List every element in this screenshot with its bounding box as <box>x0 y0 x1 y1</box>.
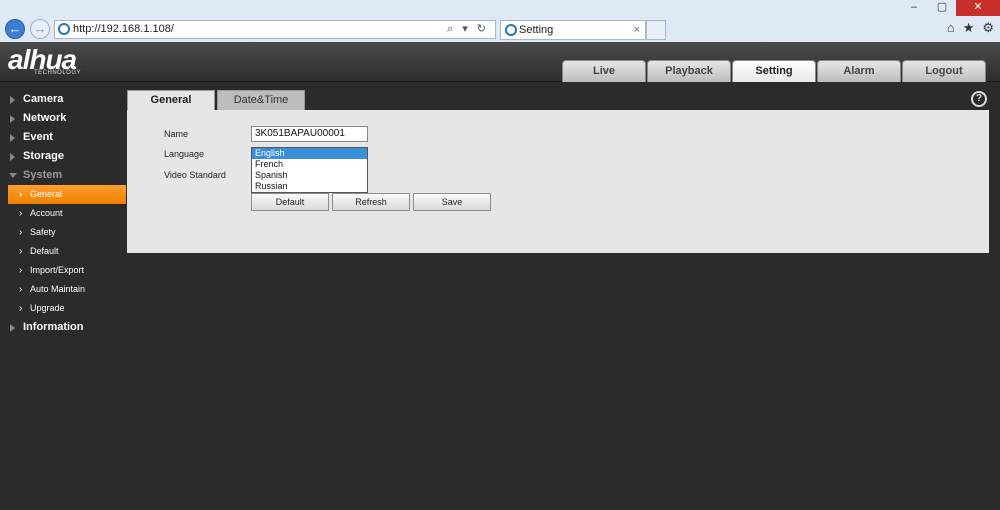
help-icon[interactable]: ? <box>971 91 987 107</box>
back-arrow-icon[interactable]: ← <box>5 19 25 39</box>
window-controls: – ▢ ✕ <box>900 0 1000 16</box>
sidebar-sub-auto-maintain[interactable]: › Auto Maintain <box>0 280 126 299</box>
star-icon[interactable]: ★ <box>963 20 975 36</box>
nav-live[interactable]: Live <box>562 60 646 82</box>
tab-title: Setting <box>519 24 554 36</box>
nav-playback[interactable]: Playback <box>647 60 731 82</box>
browser-tab-setting[interactable]: Setting × <box>500 20 646 40</box>
tab-close-icon[interactable]: × <box>634 21 640 39</box>
content-tabs: General Date&Time <box>127 90 305 110</box>
expand-triangle-icon <box>10 153 15 161</box>
collapse-triangle-icon <box>9 173 17 178</box>
nav-setting[interactable]: Setting <box>732 60 816 82</box>
sidebar-sub-label: Safety <box>30 227 56 237</box>
search-refresh-icons[interactable]: ⌕ ▾ ↻ <box>447 21 489 38</box>
sidebar-label: Event <box>23 131 53 143</box>
name-label: Name <box>164 129 189 139</box>
ie-page-icon <box>58 23 70 35</box>
language-option-english[interactable]: English <box>252 148 367 159</box>
sidebar-item-information[interactable]: Information <box>0 318 126 337</box>
sidebar-sub-label: Import/Export <box>30 265 85 275</box>
gear-icon[interactable]: ⚙ <box>982 20 994 36</box>
sidebar-sub-upgrade[interactable]: › Upgrade <box>0 299 126 318</box>
chevron-right-icon: › <box>19 246 23 257</box>
expand-triangle-icon <box>10 324 15 332</box>
chevron-right-icon: › <box>19 208 23 219</box>
sidebar-item-event[interactable]: Event <box>0 128 126 147</box>
expand-triangle-icon <box>10 96 15 104</box>
sidebar-sub-label: Default <box>30 246 59 256</box>
tab-general[interactable]: General <box>127 90 215 110</box>
sidebar-item-system[interactable]: System <box>0 166 126 185</box>
minimize-button[interactable]: – <box>900 0 928 16</box>
language-label: Language <box>164 149 205 159</box>
home-icon[interactable]: ⌂ <box>947 20 955 36</box>
name-input[interactable]: 3K051BAPAU00001 <box>251 126 368 142</box>
sidebar-sub-default[interactable]: › Default <box>0 242 126 261</box>
video-standard-label: Video Standard <box>164 170 226 180</box>
language-option-french[interactable]: French <box>252 159 367 170</box>
browser-chrome: – ▢ ✕ ← → http://192.168.1.108/ ⌕ ▾ ↻ Se… <box>0 0 1000 42</box>
chevron-right-icon: › <box>19 265 23 276</box>
chevron-right-icon: › <box>19 303 23 314</box>
refresh-button[interactable]: Refresh <box>332 193 410 211</box>
chevron-right-icon: › <box>19 284 23 295</box>
sidebar-item-storage[interactable]: Storage <box>0 147 126 166</box>
sidebar-sub-label: General <box>30 189 63 199</box>
sidebar-item-network[interactable]: Network <box>0 109 126 128</box>
sidebar-sub-safety[interactable]: › Safety <box>0 223 126 242</box>
sidebar-label: System <box>23 169 63 181</box>
top-navigation: Live Playback Setting Alarm Logout <box>562 60 986 82</box>
nav-alarm[interactable]: Alarm <box>817 60 901 82</box>
new-tab-button[interactable] <box>646 20 666 40</box>
language-dropdown-list[interactable]: English French Spanish Russian <box>251 147 368 193</box>
sidebar-item-camera[interactable]: Camera <box>0 90 126 109</box>
sidebar-sub-general[interactable]: › General <box>8 185 126 204</box>
sidebar-label: Information <box>23 321 84 333</box>
sidebar-sub-label: Upgrade <box>30 303 65 313</box>
nav-logout[interactable]: Logout <box>902 60 986 82</box>
sidebar-label: Storage <box>23 150 64 162</box>
expand-triangle-icon <box>10 134 15 142</box>
language-option-spanish[interactable]: Spanish <box>252 170 367 181</box>
maximize-button[interactable]: ▢ <box>928 0 956 16</box>
logo-subtitle: TECHNOLOGY <box>34 70 82 76</box>
ie-tab-icon <box>505 24 517 36</box>
sidebar-sub-account[interactable]: › Account <box>0 204 126 223</box>
sidebar-label: Camera <box>23 93 64 105</box>
address-bar[interactable]: http://192.168.1.108/ ⌕ ▾ ↻ <box>54 20 496 39</box>
sidebar-sub-label: Auto Maintain <box>30 284 86 294</box>
chevron-right-icon: › <box>19 227 23 238</box>
app-header: alhua TECHNOLOGY Live Playback Setting A… <box>0 42 1000 82</box>
sidebar-label: Network <box>23 112 67 124</box>
close-window-button[interactable]: ✕ <box>956 0 1000 16</box>
address-url: http://192.168.1.108/ <box>73 23 174 35</box>
chevron-right-icon: › <box>19 189 23 200</box>
tab-datetime[interactable]: Date&Time <box>217 90 305 110</box>
language-option-russian[interactable]: Russian <box>252 181 367 192</box>
sidebar: Camera Network Event Storage System › Gen… <box>0 90 126 337</box>
forward-arrow-icon[interactable]: → <box>30 19 50 39</box>
expand-triangle-icon <box>10 115 15 123</box>
browser-right-icons: ⌂ ★ ⚙ <box>947 20 994 36</box>
sidebar-sub-import-export[interactable]: › Import/Export <box>0 261 126 280</box>
default-button[interactable]: Default <box>251 193 329 211</box>
save-button[interactable]: Save <box>413 193 491 211</box>
sidebar-sub-label: Account <box>30 208 63 218</box>
